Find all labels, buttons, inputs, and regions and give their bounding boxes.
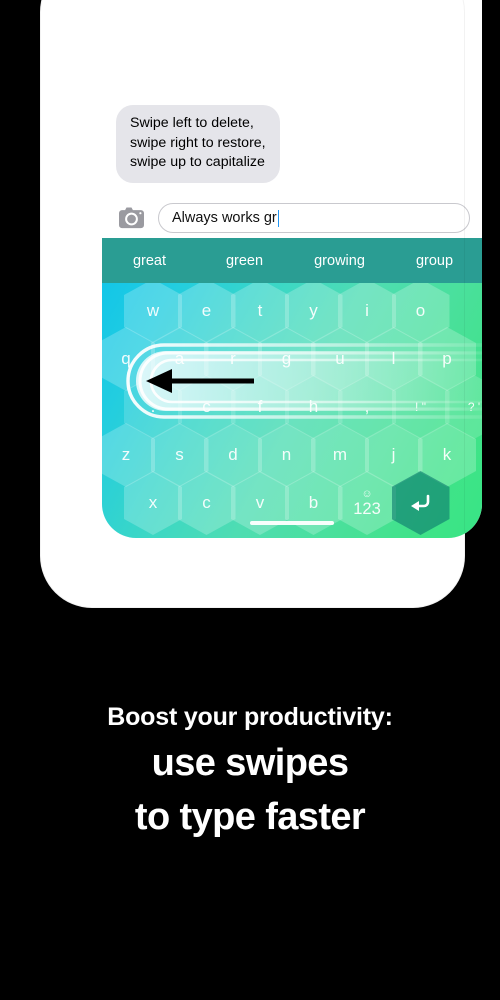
caption-line-3: to type faster <box>134 796 366 838</box>
caption-line-2: use swipes <box>151 742 349 784</box>
screenshot-root: Swipe left to delete, swipe right to res… <box>0 0 500 1000</box>
chat-area: Swipe left to delete, swipe right to res… <box>102 0 482 200</box>
camera-icon[interactable] <box>116 205 148 231</box>
suggestion-item-0[interactable]: great <box>102 253 197 269</box>
message-text-value: Always works gr <box>172 210 277 226</box>
home-indicator <box>250 521 334 525</box>
return-arrow-icon <box>410 494 429 511</box>
suggestion-bar: great green growing group <box>102 238 482 283</box>
text-caret <box>277 209 280 227</box>
message-text-field[interactable]: Always works gr <box>158 203 470 233</box>
suggestion-item-2[interactable]: growing <box>292 253 387 269</box>
message-input-bar: Always works gr <box>102 198 482 238</box>
caption-line-1: Boost your productivity: <box>107 703 393 731</box>
phone-frame: Swipe left to delete, swipe right to res… <box>40 0 482 608</box>
suggestion-item-3[interactable]: group <box>387 253 482 269</box>
keyboard-keys: w e t y i o q a r g u l p. c f h,! "? ' z s d n m j k x c v b ☺ 123 <box>102 283 482 538</box>
hex-keyboard: w e t y i o q a r g u l p. c f h,! "? ' z s d n m j k x c v b ☺ 123 <box>102 283 482 538</box>
caption-block: Boost your productivity: use swipes to t… <box>0 700 500 842</box>
emoji-icon: ☺ <box>361 487 373 500</box>
key-label: 123 <box>353 499 381 518</box>
message-bubble: Swipe left to delete, swipe right to res… <box>116 105 280 183</box>
suggestion-item-1[interactable]: green <box>197 253 292 269</box>
phone-screen: Swipe left to delete, swipe right to res… <box>102 0 482 538</box>
